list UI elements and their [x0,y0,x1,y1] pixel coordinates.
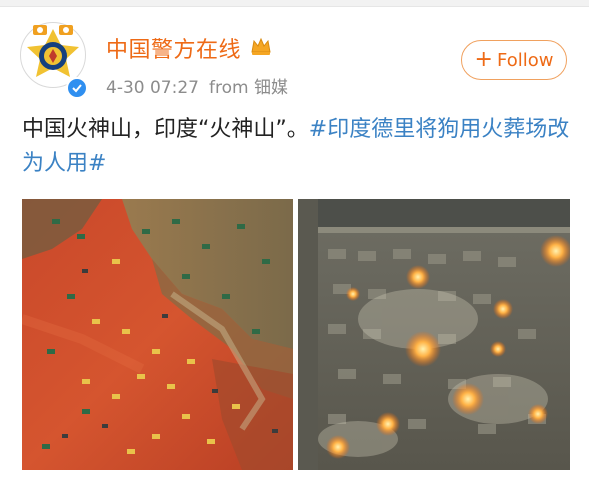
post-text: 中国火神山，印度“火神山”。#印度德里将狗用火葬场改为人用# [22,113,572,181]
plus-icon: + [474,47,493,72]
cremation-site-photo[interactable] [298,199,570,470]
post-time: 4-30 07:27 [106,78,199,98]
crown-icon [251,37,271,55]
post-source: from 钿媒 [208,78,288,98]
post-meta: 4-30 07:27 from 钿媒 [106,73,288,98]
post-body: 中国火神山，印度“火神山”。 [22,117,309,142]
weibo-post: 中国警方在线 4-30 07:27 from 钿媒 + Follow 中国火神山，… [0,0,589,499]
follow-button[interactable]: + Follow [461,40,567,80]
verified-badge-icon [66,77,88,99]
account-name[interactable]: 中国警方在线 [106,32,241,64]
follow-label: Follow [496,49,554,71]
construction-site-photo[interactable] [22,199,293,470]
